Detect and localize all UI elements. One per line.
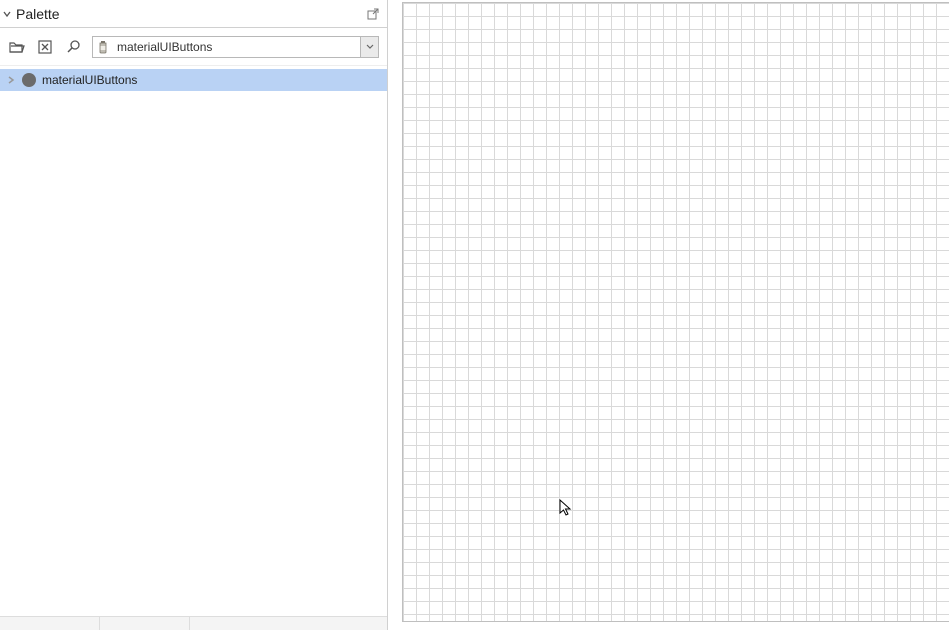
chevron-down-icon [366,44,374,50]
search-icon [66,39,81,54]
status-bar [0,616,387,630]
canvas-wrap [388,0,949,630]
tree-item-label: materialUIButtons [42,73,137,87]
panel-title: Palette [12,6,60,22]
tree-item-materialuibuttons[interactable]: materialUIButtons [0,69,387,91]
open-folder-button[interactable] [8,38,26,56]
cursor-icon [559,499,573,517]
clear-filter-button[interactable] [36,38,54,56]
chevron-right-icon [7,76,15,84]
status-segment [100,617,190,630]
collapse-panel-button[interactable] [2,10,12,18]
component-tree[interactable]: materialUIButtons [0,66,387,616]
chevron-down-icon [3,10,11,18]
panel-header: Palette [0,0,387,28]
app-root: Palette [0,0,949,630]
jar-icon [98,40,108,54]
component-type-icon [93,40,113,54]
filter-combobox[interactable] [92,36,379,58]
x-box-icon [38,40,52,54]
filter-dropdown-button[interactable] [360,37,378,57]
popout-button[interactable] [365,6,381,22]
component-icon [22,73,36,87]
design-canvas[interactable] [402,2,949,622]
palette-panel: Palette [0,0,388,630]
folder-open-icon [9,40,25,54]
search-button[interactable] [64,38,82,56]
palette-toolbar [0,28,387,66]
expand-button[interactable] [6,76,16,84]
filter-input[interactable] [113,40,360,54]
status-segment [0,617,100,630]
popout-icon [366,7,380,21]
